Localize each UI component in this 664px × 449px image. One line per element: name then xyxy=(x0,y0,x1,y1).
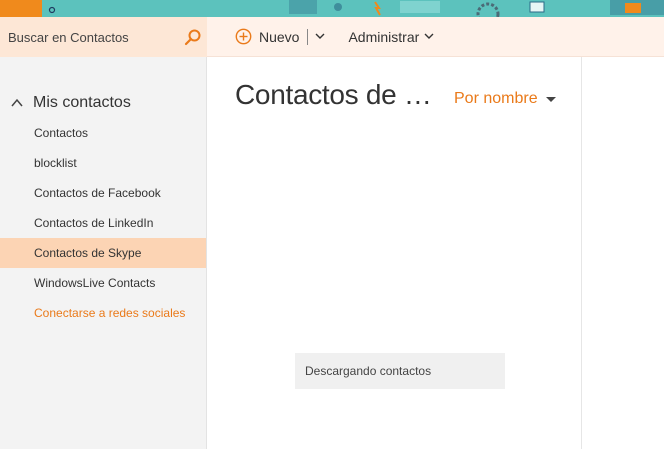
sort-dropdown[interactable]: Por nombre xyxy=(454,90,556,108)
sidebar: Mis contactos Contactos blocklist Contac… xyxy=(0,57,207,449)
manage-button[interactable]: Administrar xyxy=(348,17,434,57)
sidebar-item-skype[interactable]: Contactos de Skype xyxy=(0,238,206,268)
contact-list-pane: Contactos de Sk... Por nombre Descargand… xyxy=(207,57,582,449)
contacts-app: Nuevo Administrar Mis contactos Contacto… xyxy=(0,0,664,449)
new-button-label: Nuevo xyxy=(259,28,300,45)
search-input[interactable] xyxy=(8,29,184,45)
search-bar xyxy=(0,17,207,57)
manage-button-label: Administrar xyxy=(348,28,420,45)
detail-pane xyxy=(582,57,664,449)
sidebar-item-linkedin[interactable]: Contactos de LinkedIn xyxy=(0,208,206,238)
contact-folder-list: Contactos blocklist Contactos de Faceboo… xyxy=(0,118,206,298)
chevron-up-icon xyxy=(11,98,23,107)
sidebar-item-facebook[interactable]: Contactos de Facebook xyxy=(0,178,206,208)
banner-illustration xyxy=(48,0,664,17)
new-divider xyxy=(307,28,309,45)
group-title: Mis contactos xyxy=(33,94,131,111)
my-contacts-group-header[interactable]: Mis contactos xyxy=(0,88,206,118)
chevron-down-icon xyxy=(424,33,434,39)
header-banner xyxy=(0,0,664,17)
sidebar-item-blocklist[interactable]: blocklist xyxy=(0,148,206,178)
sidebar-item-windowslive[interactable]: WindowsLive Contacts xyxy=(0,268,206,298)
sort-label: Por nombre xyxy=(454,90,538,107)
sidebar-item-contacts[interactable]: Contactos xyxy=(0,118,206,148)
plus-circle-icon xyxy=(235,28,252,45)
page-title: Contactos de Sk... xyxy=(235,79,440,110)
search-icon[interactable] xyxy=(184,26,202,48)
loading-status: Descargando contactos xyxy=(295,353,505,389)
caret-down-icon xyxy=(545,96,556,102)
new-button[interactable]: Nuevo xyxy=(235,17,299,57)
new-dropdown-button[interactable] xyxy=(312,17,328,57)
command-bar: Nuevo Administrar xyxy=(207,17,664,57)
connect-social-link[interactable]: Conectarse a redes sociales xyxy=(0,298,206,328)
chevron-down-icon xyxy=(315,33,325,39)
